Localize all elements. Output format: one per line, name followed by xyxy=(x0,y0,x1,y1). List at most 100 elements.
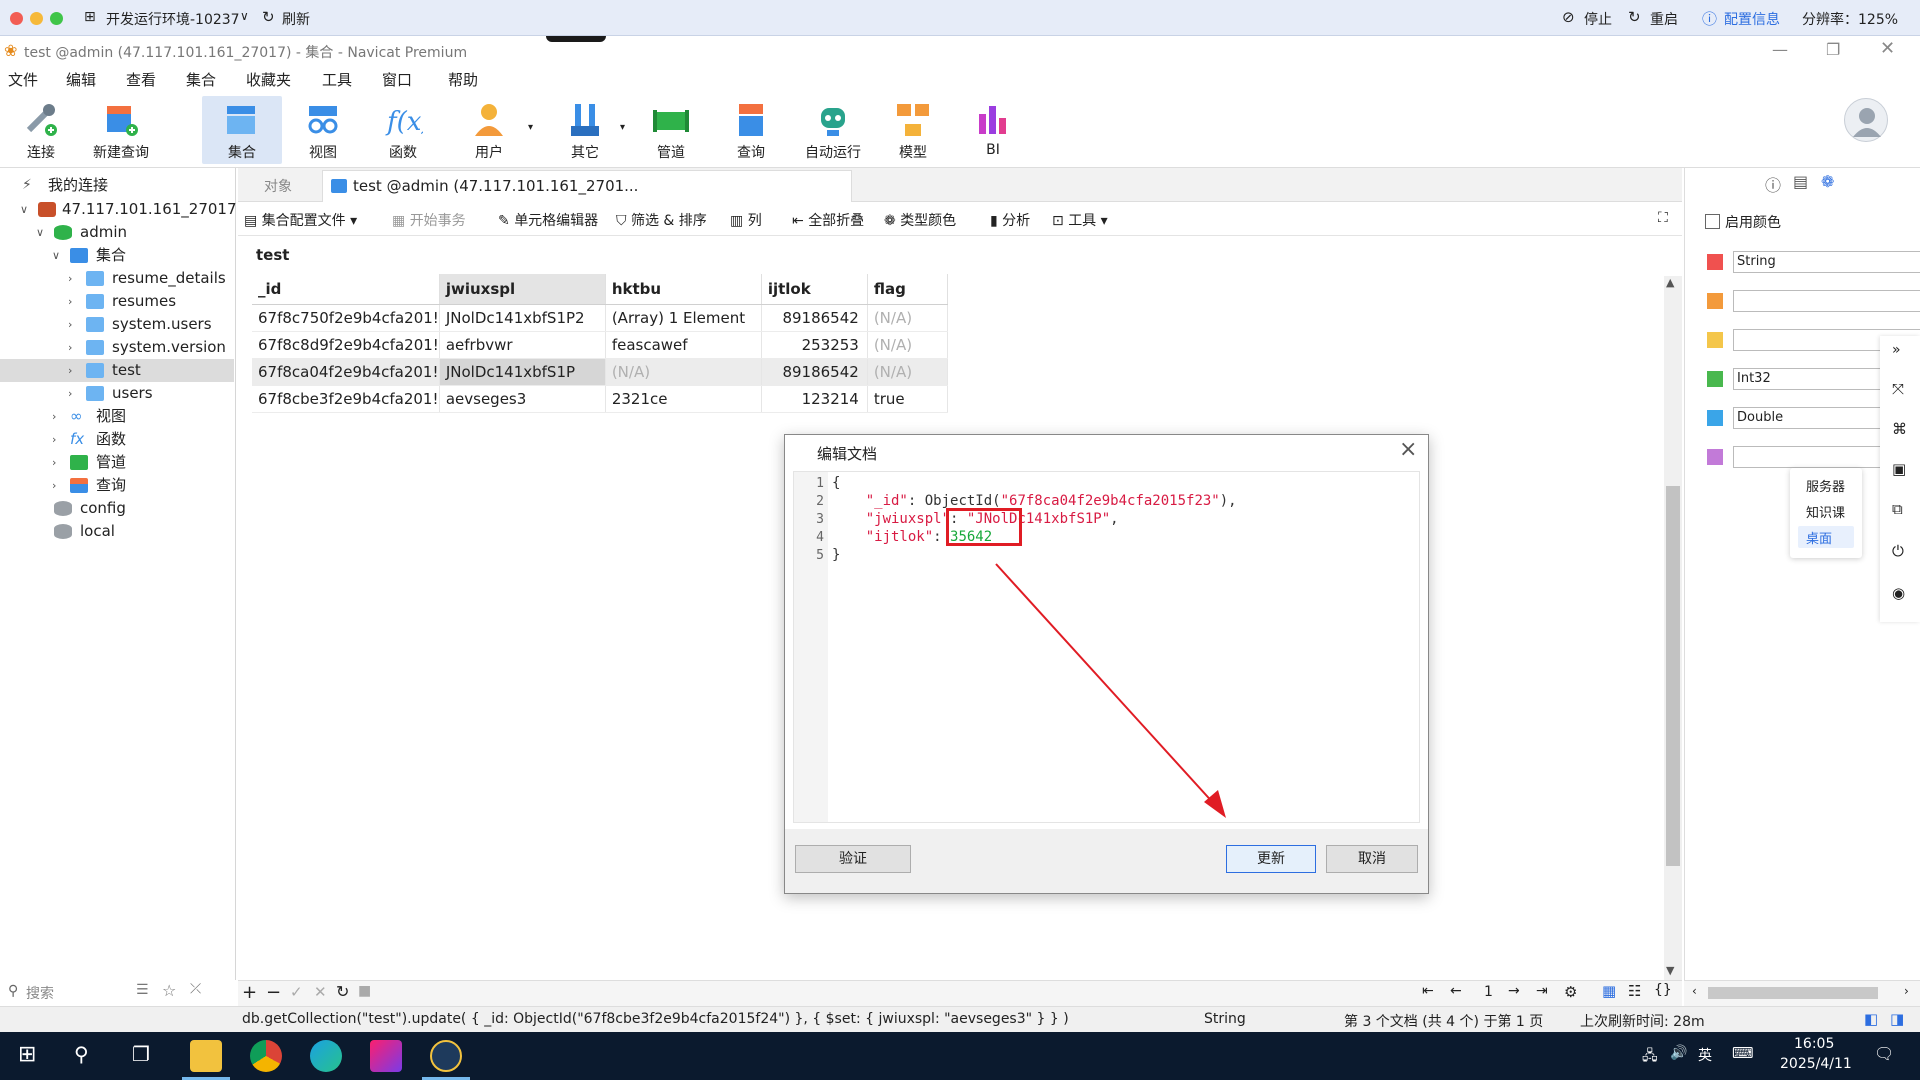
tree-item-resumes[interactable]: › resumes xyxy=(0,290,236,313)
cell-id[interactable]: 67f8ca04f2e9b4cfa201! xyxy=(252,358,440,386)
other-dropdown-icon[interactable]: ▾ xyxy=(620,122,625,133)
menu-view[interactable]: 查看 xyxy=(126,69,156,90)
task-view-icon[interactable]: ❐ xyxy=(132,1042,150,1066)
tab-test-collection[interactable]: test @admin (47.117.101.161_2701... xyxy=(322,170,852,202)
scroll-up-icon[interactable]: ▲ xyxy=(1666,276,1674,289)
refresh-icon[interactable]: ↻ xyxy=(336,982,349,1001)
collection-button[interactable]: 集合 xyxy=(202,96,282,164)
automation-button[interactable]: 自动运行 xyxy=(794,96,872,164)
color-swatch-string[interactable] xyxy=(1707,254,1723,270)
type-color-icon[interactable]: ❁ xyxy=(1821,172,1834,191)
view-button[interactable]: 视图 xyxy=(284,96,362,164)
chevron-right-icon[interactable]: › xyxy=(52,405,56,428)
layout-icon[interactable]: ⌘ xyxy=(1892,420,1907,438)
cell-id[interactable]: 67f8c8d9f2e9b4cfa201! xyxy=(252,331,440,359)
tree-queries-folder[interactable]: › 查询 xyxy=(0,474,236,497)
gear-icon[interactable]: ⚙ xyxy=(1564,983,1577,1001)
color-swatch-2[interactable] xyxy=(1707,293,1723,309)
tools-button[interactable]: ⊡ 工具 ▾ xyxy=(1052,210,1108,230)
tree-view-icon[interactable]: ☷ xyxy=(1628,982,1641,1000)
restart-icon[interactable]: ↻ xyxy=(1628,8,1641,26)
json-view-icon[interactable]: {} xyxy=(1654,982,1672,998)
chevron-right-icon[interactable]: › xyxy=(52,451,56,474)
column-header-jwiuxspl[interactable]: jwiuxspl xyxy=(439,274,606,305)
table-row[interactable]: 67f8cbe3f2e9b4cfa201! aevseges3 2321ce 1… xyxy=(252,385,948,413)
collapse-icon[interactable]: ⤫ xyxy=(190,981,201,997)
cell-ijtlok[interactable]: 253253 xyxy=(761,331,868,359)
config-info-button[interactable]: 配置信息 xyxy=(1724,9,1780,29)
popup-item-desktop[interactable]: 桌面 xyxy=(1806,528,1832,547)
cell-hktbu[interactable]: feascawef xyxy=(605,331,762,359)
stop-icon[interactable]: ■ xyxy=(358,983,371,999)
ime-indicator[interactable]: 英 xyxy=(1698,1045,1712,1065)
page-number-field[interactable]: 1 xyxy=(1484,984,1493,1000)
chevron-right-icon[interactable]: › xyxy=(52,428,56,451)
restore-window-icon[interactable]: ❐ xyxy=(1826,40,1840,59)
cell-flag[interactable]: (N/A) xyxy=(867,358,948,386)
minimize-window-icon[interactable]: — xyxy=(1772,40,1788,59)
refresh-icon[interactable]: ↻ xyxy=(262,8,275,26)
notification-icon[interactable]: 🗨 xyxy=(1874,1044,1894,1063)
tree-item-system-version[interactable]: › system.version xyxy=(0,336,236,359)
model-button[interactable]: 模型 xyxy=(874,96,952,164)
next-page-icon[interactable]: → xyxy=(1508,983,1520,999)
color-swatch-6[interactable] xyxy=(1707,449,1723,465)
pipeline-button[interactable]: 管道 xyxy=(632,96,710,164)
windows-start-icon[interactable]: ⊞ xyxy=(18,1042,36,1067)
cell-id[interactable]: 67f8cbe3f2e9b4cfa201! xyxy=(252,385,440,413)
scroll-right-icon[interactable]: › xyxy=(1904,984,1909,998)
menu-favorites[interactable]: 收藏夹 xyxy=(246,69,291,90)
search-icon[interactable]: ⚲ xyxy=(74,1042,89,1066)
info-icon[interactable]: ⓘ xyxy=(1702,8,1717,29)
intellij-icon[interactable] xyxy=(370,1040,402,1072)
minimize-dot-icon[interactable] xyxy=(30,12,43,25)
columns-button[interactable]: ▥ 列 xyxy=(730,210,762,230)
column-header-hktbu[interactable]: hktbu xyxy=(605,274,762,305)
panel-left-icon[interactable]: ◧ xyxy=(1864,1010,1878,1028)
fullscreen-icon[interactable]: ⛶ xyxy=(1658,210,1668,226)
chevron-down-icon[interactable]: ∨ xyxy=(36,221,44,244)
discard-icon[interactable]: ✕ xyxy=(314,983,327,1001)
cell-jwiuxspl[interactable]: JNolDc141xbfS1P2 xyxy=(439,304,606,332)
fit-screen-icon[interactable]: ⤧ xyxy=(1892,380,1904,398)
tree-item-users[interactable]: › users xyxy=(0,382,236,405)
cell-ijtlok[interactable]: 123214 xyxy=(761,385,868,413)
cancel-button[interactable]: 取消 xyxy=(1326,845,1418,873)
tree-collections-folder[interactable]: ∨ 集合 xyxy=(0,244,236,267)
type-color-button[interactable]: ❁ 类型颜色 xyxy=(884,210,956,230)
menu-window[interactable]: 窗口 xyxy=(382,69,412,90)
scrollbar-thumb[interactable] xyxy=(1666,486,1680,866)
add-record-icon[interactable]: + xyxy=(242,982,257,1003)
begin-transaction-button[interactable]: ▦ 开始事务 xyxy=(392,210,466,230)
cell-flag[interactable]: (N/A) xyxy=(867,331,948,359)
tree-connection[interactable]: ∨ 47.117.101.161_27017 xyxy=(0,198,237,221)
scrollbar-thumb[interactable] xyxy=(1708,987,1878,999)
refresh-button[interactable]: 刷新 xyxy=(282,9,310,29)
window-icon[interactable]: ▣ xyxy=(1892,460,1906,478)
close-icon[interactable]: × xyxy=(1399,437,1417,462)
maximize-dot-icon[interactable] xyxy=(50,12,63,25)
update-button[interactable]: 更新 xyxy=(1226,845,1316,873)
eye-icon[interactable]: ◉ xyxy=(1892,584,1905,602)
tree-views-folder[interactable]: › ∞ 视图 xyxy=(0,405,236,428)
prev-page-icon[interactable]: ← xyxy=(1450,983,1462,999)
json-editor[interactable]: 1 2 3 4 5 { "_id": ObjectId("67f8ca04f2e… xyxy=(793,471,1420,823)
last-page-icon[interactable]: ⇥ xyxy=(1536,983,1548,999)
expand-icon[interactable]: » xyxy=(1892,342,1901,358)
cell-hktbu[interactable]: (Array) 1 Element xyxy=(605,304,762,332)
popup-item-server[interactable]: 服务器 xyxy=(1806,476,1845,495)
bi-button[interactable]: BI xyxy=(954,96,1032,164)
stop-icon[interactable]: ⊘ xyxy=(1562,8,1575,26)
chevron-right-icon[interactable]: › xyxy=(68,359,72,382)
chevron-right-icon[interactable]: › xyxy=(68,267,72,290)
type-field-string[interactable]: String xyxy=(1733,251,1920,273)
chevron-right-icon[interactable]: › xyxy=(68,313,72,336)
tree-db-config[interactable]: config xyxy=(0,497,236,520)
chevron-down-icon[interactable]: ∨ xyxy=(20,198,28,221)
chevron-down-icon[interactable]: ∨ xyxy=(240,9,249,23)
tree-search-input[interactable]: 搜索 xyxy=(26,983,54,1003)
query-button[interactable]: 查询 xyxy=(712,96,790,164)
tree-db-local[interactable]: local xyxy=(0,520,236,543)
grid-view-icon[interactable]: ▦ xyxy=(1602,982,1616,1000)
keyboard-icon[interactable]: ⌨ xyxy=(1732,1044,1754,1062)
